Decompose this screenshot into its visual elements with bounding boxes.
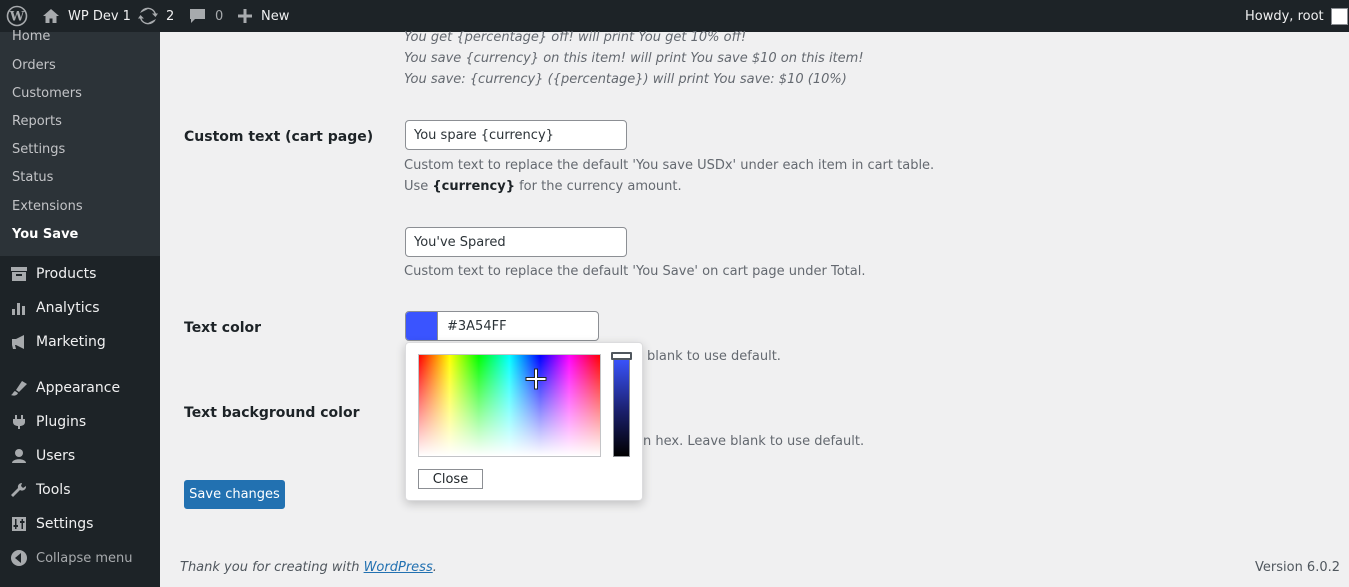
wordpress-link[interactable]: WordPress [364, 560, 433, 575]
footer-text: Thank you for creating with [180, 560, 364, 575]
plugins-icon [0, 414, 36, 430]
hue-slider-handle[interactable] [611, 352, 632, 360]
menu-item-users[interactable]: Users [0, 439, 160, 473]
menu-item-plugins[interactable]: Plugins [0, 405, 160, 439]
hint-connector: will print [573, 30, 639, 45]
new-content-link[interactable]: New [237, 0, 289, 32]
hint-code: You save: {currency} ({percentage}) [404, 72, 649, 87]
comments-count: 0 [215, 8, 224, 24]
admin-sidebar: Home Orders Customers Reports Settings S… [0, 29, 160, 587]
desc-text: for the currency amount. [514, 179, 682, 194]
picker-close-button[interactable]: Close [418, 469, 483, 489]
text-color-value: #3A54FF [447, 318, 507, 334]
text-color-field[interactable]: #3A54FF [405, 311, 599, 341]
cart-text-desc-line: Use {currency} for the currency amount. [404, 176, 934, 197]
menu-label-analytics: Analytics [36, 300, 100, 316]
text-color-label: Text color [184, 320, 262, 336]
hint-result: You save $10 on this item! [690, 51, 864, 66]
hint-result: You get 10% off! [638, 30, 747, 45]
hint-connector: will print [626, 51, 691, 66]
submenu-item-reports[interactable]: Reports [12, 114, 62, 129]
updates-count: 2 [166, 8, 175, 24]
text-bg-color-description: n hex. Leave blank to use default. [643, 434, 865, 449]
cart-text-input[interactable]: You spare {currency} [405, 120, 627, 150]
settings-icon [0, 516, 36, 532]
updates-link[interactable]: 2 [138, 0, 174, 32]
wordpress-logo-icon[interactable]: W [6, 0, 28, 32]
cart-text-value: You spare {currency} [414, 127, 554, 143]
hue-slider[interactable] [613, 357, 630, 457]
color-picker-popup: Close [405, 342, 643, 501]
menu-label-users: Users [36, 448, 76, 464]
cart-text-label: Custom text (cart page) [184, 129, 374, 145]
desc-text: Use [404, 179, 433, 194]
products-icon [0, 266, 36, 282]
submenu-item-status[interactable]: Status [12, 170, 53, 185]
comments-icon [189, 8, 206, 24]
submenu-item-you-save[interactable]: You Save [12, 227, 78, 242]
hint-connector: will print [648, 72, 714, 87]
hint-result: You save: $10 (10%) [713, 72, 847, 87]
color-swatch-button[interactable] [406, 312, 438, 340]
home-icon [42, 8, 60, 24]
total-text-description: Custom text to replace the default 'You … [404, 264, 866, 279]
cart-text-description: Custom text to replace the default 'You … [404, 155, 934, 197]
menu-item-analytics[interactable]: Analytics [0, 291, 160, 325]
submenu-item-extensions[interactable]: Extensions [12, 199, 83, 214]
account-menu[interactable]: Howdy, root [1245, 0, 1348, 32]
text-color-input[interactable]: #3A54FF [438, 312, 507, 340]
submenu-item-customers[interactable]: Customers [12, 86, 82, 101]
menu-item-appearance[interactable]: Appearance [0, 371, 160, 405]
menu-label-appearance: Appearance [36, 380, 121, 396]
menu-item-tools[interactable]: Tools [0, 473, 160, 507]
menu-item-settings[interactable]: Settings [0, 507, 160, 541]
menu-label-products: Products [36, 266, 97, 282]
submenu-item-home[interactable]: Home [12, 29, 50, 44]
total-text-input[interactable]: You've Spared [405, 227, 627, 257]
updates-icon [138, 7, 158, 25]
cart-text-desc-line: Custom text to replace the default 'You … [404, 158, 935, 173]
users-icon [0, 448, 36, 464]
collapse-icon [0, 549, 36, 567]
footer-version: Version 6.0.2 [1255, 560, 1341, 575]
marketing-icon [0, 334, 36, 350]
analytics-icon [0, 300, 36, 316]
footer-thanks: Thank you for creating with WordPress. [180, 560, 437, 575]
collapse-menu-label: Collapse menu [36, 550, 133, 566]
hint-code: You get {percentage} off! [404, 30, 574, 45]
avatar [1330, 7, 1348, 25]
howdy-text: Howdy, root [1245, 8, 1324, 24]
comments-link[interactable]: 0 [189, 0, 223, 32]
text-color-description: blank to use default. [647, 349, 781, 364]
text-bg-color-label: Text background color [184, 405, 360, 421]
plus-icon [237, 8, 253, 24]
submenu-item-orders[interactable]: Orders [12, 58, 56, 73]
site-name: WP Dev 1 [68, 8, 131, 24]
footer-text: . [432, 560, 437, 575]
menu-label-tools: Tools [36, 482, 71, 498]
admin-bar: W WP Dev 1 2 0 New Howdy, root [0, 0, 1349, 32]
menu-item-products[interactable]: Products [0, 257, 160, 291]
woocommerce-submenu: Home Orders Customers Reports Settings S… [0, 29, 160, 256]
menu-label-marketing: Marketing [36, 334, 106, 350]
crosshair-cursor-icon [525, 368, 547, 390]
menu-item-marketing[interactable]: Marketing [0, 325, 160, 359]
tools-icon [0, 482, 36, 498]
save-changes-button[interactable]: Save changes [184, 480, 285, 509]
currency-code: {currency} [432, 179, 515, 194]
appearance-icon [0, 380, 36, 396]
new-label: New [261, 8, 290, 24]
hint-code: You save {currency} on this item! [404, 51, 626, 66]
menu-label-plugins: Plugins [36, 414, 87, 430]
svg-text:W: W [9, 10, 25, 25]
total-text-value: You've Spared [414, 234, 506, 250]
menu-label-settings: Settings [36, 516, 94, 532]
hint-line: You get {percentage} off! will print You… [404, 30, 746, 45]
hint-line: You save {currency} on this item! will p… [404, 51, 864, 66]
submenu-item-settings[interactable]: Settings [12, 142, 65, 157]
site-name-link[interactable]: WP Dev 1 [42, 0, 131, 32]
collapse-menu-button[interactable]: Collapse menu [0, 541, 160, 575]
hint-line: You save: {currency} ({percentage}) will… [404, 72, 847, 87]
color-spectrum[interactable] [418, 354, 601, 457]
